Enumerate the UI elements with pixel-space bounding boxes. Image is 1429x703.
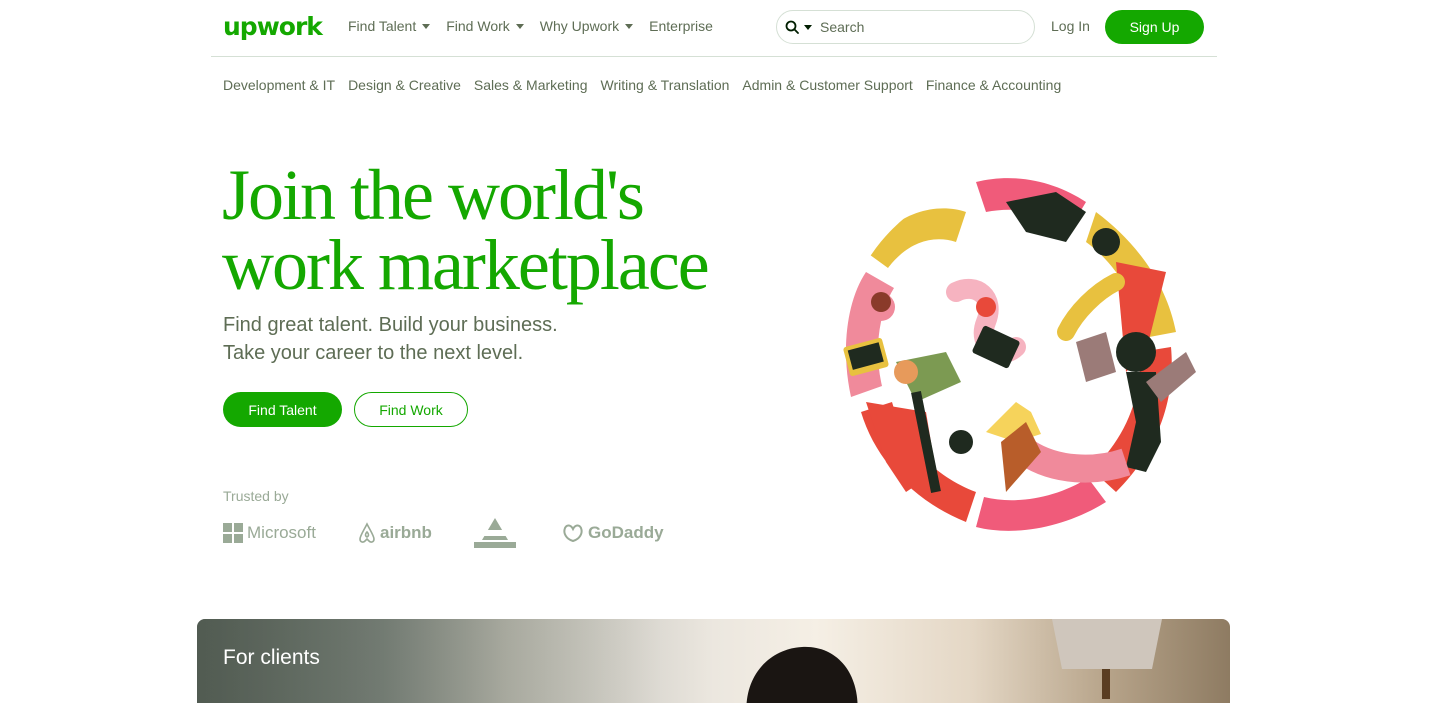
chevron-down-icon	[804, 24, 812, 30]
airbnb-text: airbnb	[380, 523, 432, 542]
category-sales-marketing[interactable]: Sales & Marketing	[474, 77, 588, 93]
microsoft-text: Microsoft	[247, 523, 316, 542]
microsoft-icon	[223, 523, 243, 543]
nav-enterprise-label: Enterprise	[649, 18, 713, 34]
find-work-button[interactable]: Find Work	[354, 392, 468, 427]
airbnb-logo: airbnb	[358, 515, 432, 551]
lamp-image	[1052, 619, 1162, 699]
hero-illustration	[840, 176, 1200, 536]
upwork-logo[interactable]: upwork	[223, 12, 323, 41]
main-nav: Find Talent Find Work Why Upwork Enterpr…	[348, 18, 713, 34]
hero-title-line2: work marketplace	[222, 225, 710, 305]
category-admin-support[interactable]: Admin & Customer Support	[742, 77, 912, 93]
category-design-creative[interactable]: Design & Creative	[348, 77, 461, 93]
search-icon	[785, 20, 799, 34]
signup-button[interactable]: Sign Up	[1105, 10, 1204, 44]
category-finance-accounting[interactable]: Finance & Accounting	[926, 77, 1061, 93]
godaddy-logo: GoDaddy	[562, 515, 664, 551]
login-link[interactable]: Log In	[1051, 18, 1090, 34]
find-talent-button[interactable]: Find Talent	[223, 392, 342, 427]
nav-find-talent[interactable]: Find Talent	[348, 18, 431, 34]
person-hair-image	[746, 646, 858, 703]
chevron-down-icon	[422, 23, 431, 29]
hero-title-line1: Join the world's	[222, 155, 645, 235]
godaddy-text: GoDaddy	[588, 523, 664, 542]
category-development-it[interactable]: Development & IT	[223, 77, 335, 93]
nav-find-work[interactable]: Find Work	[446, 18, 524, 34]
for-clients-title: For clients	[223, 646, 320, 669]
chevron-down-icon	[625, 23, 634, 29]
bissell-logo	[470, 515, 520, 551]
top-header: upwork Find Talent Find Work Why Upwork …	[211, 0, 1217, 57]
trusted-brands: Microsoft airbnb GoDaddy	[223, 515, 664, 551]
hero-subtitle-line1: Find great talent. Build your business.	[223, 314, 558, 336]
airbnb-icon	[359, 522, 375, 543]
nav-why-upwork-label: Why Upwork	[539, 18, 620, 34]
nav-why-upwork[interactable]: Why Upwork	[539, 18, 634, 34]
search-type-dropdown[interactable]	[785, 20, 812, 34]
search-bar[interactable]	[776, 10, 1035, 44]
category-writing-translation[interactable]: Writing & Translation	[601, 77, 730, 93]
godaddy-icon	[563, 524, 583, 543]
search-input[interactable]	[820, 19, 1010, 35]
hero-title: Join the world's work marketplace	[222, 155, 822, 305]
nav-enterprise[interactable]: Enterprise	[649, 18, 713, 34]
bissell-icon	[472, 518, 518, 548]
nav-find-work-label: Find Work	[446, 18, 510, 34]
category-nav: Development & IT Design & Creative Sales…	[223, 77, 1061, 93]
chevron-down-icon	[515, 23, 524, 29]
for-clients-banner[interactable]: For clients	[197, 619, 1230, 703]
hero-subtitle-line2: Take your career to the next level.	[223, 342, 524, 364]
trusted-by-label: Trusted by	[223, 488, 289, 504]
microsoft-logo: Microsoft	[223, 515, 316, 551]
hero-subtitle: Find great talent. Build your business. …	[223, 311, 558, 367]
nav-find-talent-label: Find Talent	[348, 18, 417, 34]
